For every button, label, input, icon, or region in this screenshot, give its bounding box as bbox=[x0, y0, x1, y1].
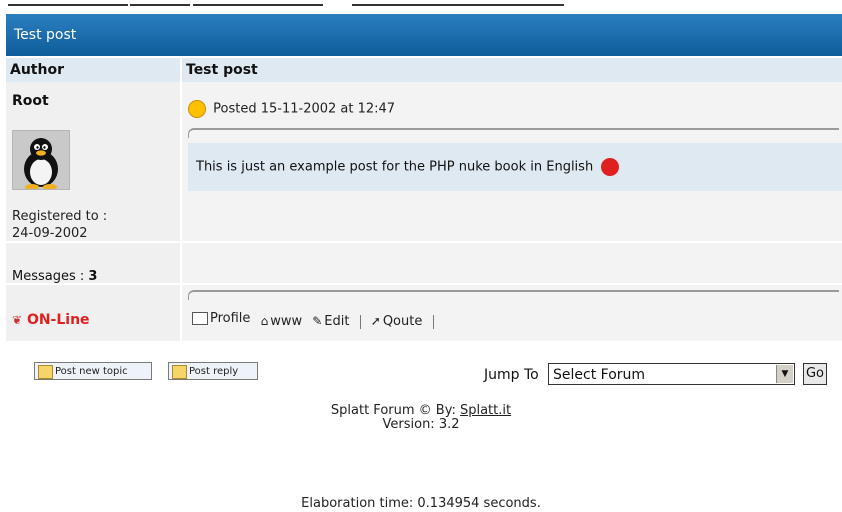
profile-icon bbox=[192, 312, 208, 325]
new-topic-icon bbox=[38, 365, 53, 379]
www-label: www bbox=[270, 313, 303, 329]
profile-link[interactable]: Profile bbox=[192, 311, 250, 326]
post-actions: Profile ⌂ www ✎ Edit ➚ Qoute bbox=[192, 311, 440, 329]
chevron-down-icon[interactable]: ▼ bbox=[776, 365, 793, 383]
topic-column-header: Test post bbox=[182, 58, 842, 82]
splatt-link[interactable]: Splatt.it bbox=[460, 403, 511, 418]
flower-icon: ❦ bbox=[12, 313, 23, 327]
registered-date: 24-09-2002 bbox=[12, 226, 88, 241]
post-new-topic-button[interactable]: Post new topic bbox=[34, 362, 152, 380]
edit-link[interactable]: ✎ Edit bbox=[312, 314, 349, 329]
messages-label: Messages : bbox=[12, 269, 85, 284]
post-new-topic-label: Post new topic bbox=[55, 366, 128, 377]
messages-count-row: Messages : 3 bbox=[12, 269, 97, 284]
row-separator bbox=[6, 283, 842, 285]
wink-smiley-icon bbox=[188, 100, 206, 118]
topic-title: Test post bbox=[14, 27, 77, 43]
avatar bbox=[12, 130, 70, 190]
quote-label: Qoute bbox=[382, 313, 423, 329]
quote-link[interactable]: ➚ Qoute bbox=[371, 314, 423, 329]
post-panel bbox=[182, 82, 842, 341]
elaboration-time: Elaboration time: 0.134954 seconds. bbox=[301, 496, 541, 511]
actions-divider bbox=[188, 290, 839, 300]
bottom-toolbar: Post new topic Post reply Jump To Select… bbox=[0, 362, 842, 392]
registered-label: Registered to : bbox=[12, 209, 108, 224]
angry-smiley-icon bbox=[601, 158, 620, 176]
online-status-text: ON-Line bbox=[26, 312, 90, 328]
edit-icon: ✎ bbox=[312, 314, 323, 328]
quote-icon: ➚ bbox=[370, 314, 381, 328]
message-text: This is just an example post for the PHP… bbox=[196, 159, 594, 175]
footer-credit: Splatt Forum © By: Splatt.it Version: 3.… bbox=[0, 404, 842, 432]
post-divider bbox=[188, 128, 839, 138]
www-link[interactable]: ⌂ www bbox=[261, 314, 303, 329]
post-reply-button[interactable]: Post reply bbox=[168, 362, 258, 380]
go-button[interactable]: Go bbox=[803, 363, 827, 385]
profile-label: Profile bbox=[210, 311, 251, 326]
post-table: Author Test post Root Registered to : 24… bbox=[6, 58, 842, 341]
author-name: Root bbox=[12, 93, 49, 109]
post-reply-label: Post reply bbox=[189, 366, 239, 377]
row-separator bbox=[6, 241, 842, 243]
forum-select-value: Select Forum bbox=[553, 367, 646, 383]
credit-prefix: Splatt Forum © By: bbox=[330, 403, 460, 418]
home-icon: ⌂ bbox=[260, 314, 269, 328]
version-text: Version: 3.2 bbox=[382, 417, 460, 432]
post-date-row: Posted 15-11-2002 at 12:47 bbox=[188, 100, 395, 118]
forum-select[interactable]: Select Forum ▼ bbox=[548, 363, 795, 385]
tux-penguin-avatar-icon bbox=[13, 131, 69, 190]
action-separator bbox=[432, 314, 434, 329]
topic-title-bar: Test post bbox=[6, 14, 842, 56]
message-body: This is just an example post for the PHP… bbox=[188, 143, 842, 191]
action-separator bbox=[359, 314, 361, 329]
jump-to-label: Jump To bbox=[484, 367, 539, 383]
messages-count: 3 bbox=[88, 269, 98, 284]
top-divider-lines bbox=[0, 0, 842, 12]
online-status: ❦ ON-Line bbox=[12, 312, 90, 328]
reply-icon bbox=[172, 365, 187, 379]
posted-date: Posted 15-11-2002 at 12:47 bbox=[213, 101, 396, 117]
author-column-header: Author bbox=[6, 58, 180, 82]
edit-label: Edit bbox=[324, 313, 350, 329]
